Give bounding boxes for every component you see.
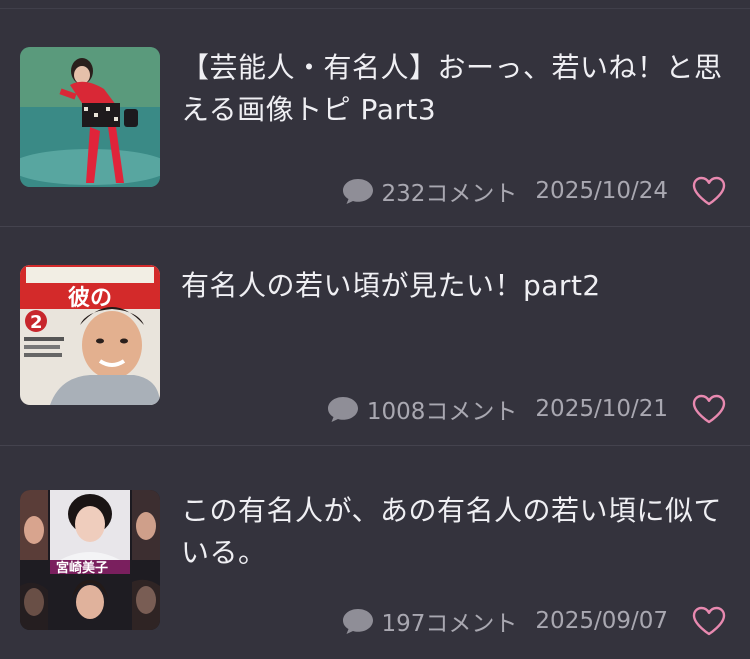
thumbnail-badge: 2	[30, 312, 43, 333]
like-button[interactable]	[690, 173, 728, 209]
topic-title[interactable]: この有名人が、あの有名人の若い頃に似ている。	[181, 490, 726, 574]
post-date: 2025/10/24	[535, 178, 668, 204]
thumbnail-image	[20, 47, 160, 187]
speech-bubble-icon	[342, 179, 373, 204]
topic-list: 【芸能人・有名人】おーっ、若いね！と思える画像トピ Part3 232コメント …	[0, 9, 750, 659]
topic-title[interactable]: 【芸能人・有名人】おーっ、若いね！と思える画像トピ Part3	[181, 47, 726, 131]
topic-thumbnail[interactable]: 宮崎美子	[20, 490, 160, 630]
like-button[interactable]	[690, 391, 728, 427]
topic-meta: 232コメント 2025/10/24	[342, 173, 728, 209]
thumbnail-image: 宮崎美子	[20, 490, 160, 630]
comment-count: 232コメント	[381, 181, 518, 207]
topic-thumbnail[interactable]	[20, 47, 160, 187]
speech-bubble-icon	[327, 397, 358, 422]
post-date: 2025/10/21	[535, 396, 668, 422]
speech-bubble-icon	[342, 609, 373, 634]
topic-thumbnail[interactable]: 彼の 2	[20, 265, 160, 405]
heart-outline-icon	[692, 176, 726, 206]
thumbnail-image: 彼の 2	[20, 265, 160, 405]
post-date: 2025/09/07	[535, 608, 668, 634]
topic-meta: 197コメント 2025/09/07	[342, 603, 728, 639]
topic-item[interactable]: 彼の 2 有名人の若い頃が見たい！part2 1008コメント 2025/10/…	[0, 227, 750, 446]
comment-count: 197コメント	[381, 611, 518, 637]
topic-item[interactable]: 宮崎美子 この有名人が、あの有名人の若い頃に似ている。 197コメント 2025…	[0, 446, 750, 659]
thumbnail-headline: 彼の	[68, 285, 112, 311]
thumbnail-name-label: 宮崎美子	[56, 560, 108, 576]
comment-count: 1008コメント	[366, 399, 518, 425]
topic-title[interactable]: 有名人の若い頃が見たい！part2	[181, 265, 726, 307]
top-divider	[0, 0, 750, 9]
topic-item[interactable]: 【芸能人・有名人】おーっ、若いね！と思える画像トピ Part3 232コメント …	[0, 9, 750, 227]
heart-outline-icon	[692, 394, 726, 424]
heart-outline-icon	[692, 606, 726, 636]
like-button[interactable]	[690, 603, 728, 639]
topic-meta: 1008コメント 2025/10/21	[327, 391, 728, 427]
